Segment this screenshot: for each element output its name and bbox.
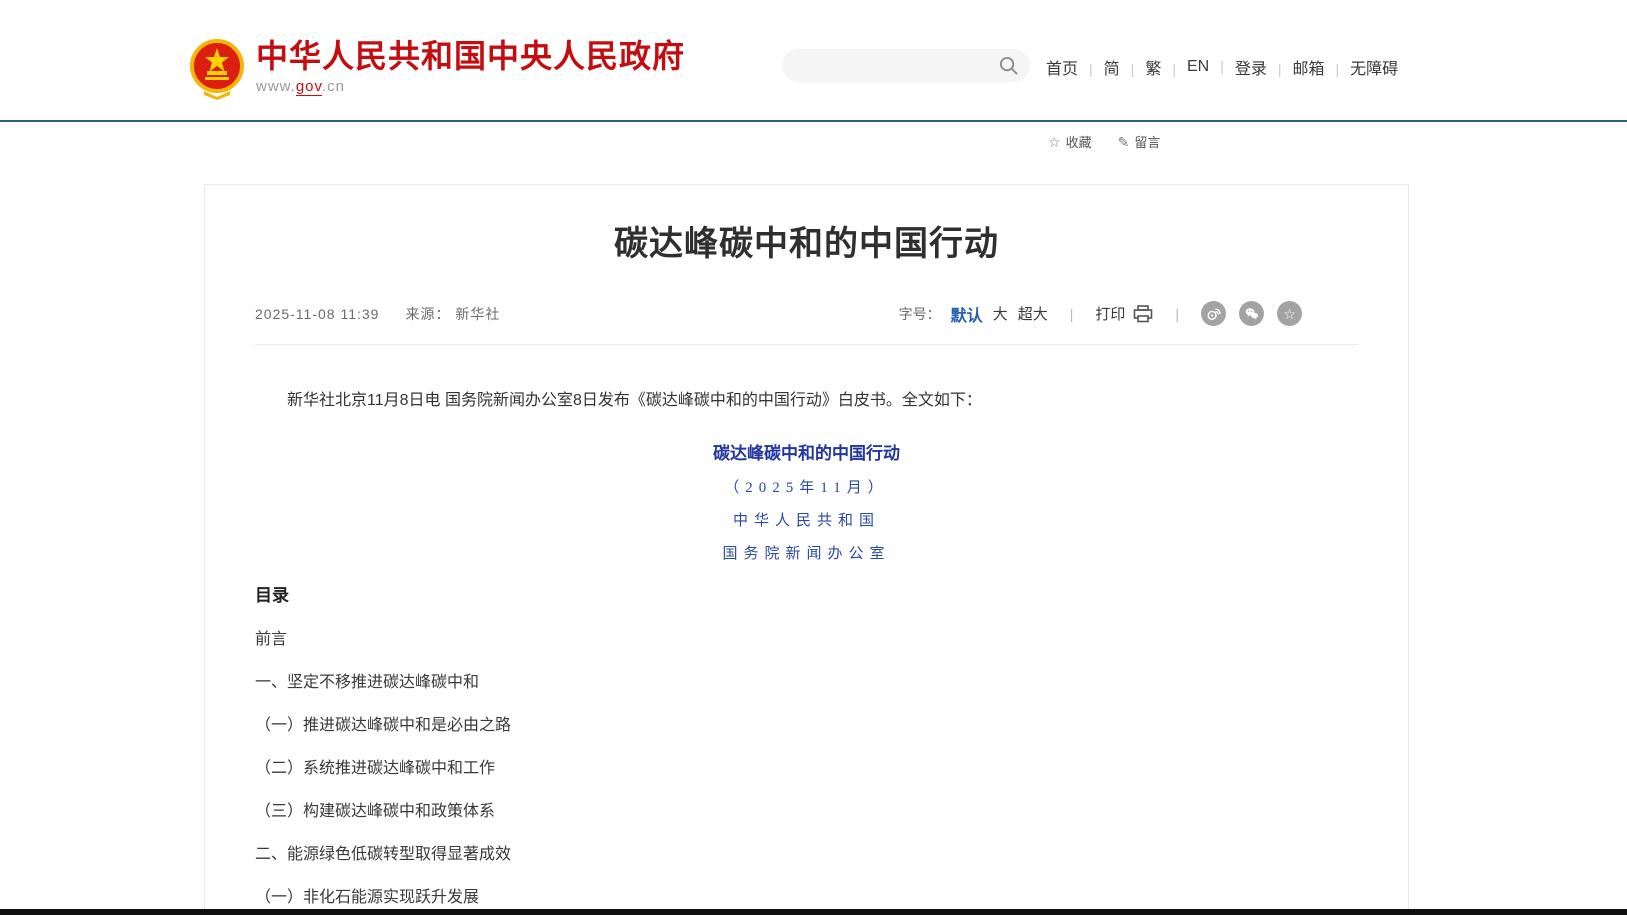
print-button[interactable]: 打印 [1095,303,1153,324]
star-circle-icon: ☆ [1283,307,1296,321]
font-size-xlarge[interactable]: 超大 [1018,303,1048,324]
source-label: 来源： [405,306,450,322]
source: 来源： 新华社 [405,304,500,324]
share-wechat-button[interactable] [1239,301,1264,326]
site-url-gov: gov [296,78,322,96]
wechat-icon [1244,306,1259,321]
comment-button[interactable]: ✎ 留言 [1118,132,1161,151]
print-label: 打印 [1095,303,1125,324]
share-more-button[interactable]: ☆ [1277,301,1302,326]
doc-author-line2: 国务院新闻办公室 [255,542,1358,563]
site-logo[interactable]: 中华人民共和国中央人民政府 www.gov.cn [190,38,685,100]
nav-login[interactable]: 登录 [1235,55,1293,79]
font-size-label: 字号： [899,304,941,324]
toc-item-1-1[interactable]: （一）推进碳达峰碳中和是必由之路 [255,716,1358,736]
nav-english[interactable]: EN [1187,58,1235,76]
toc-item-2-1[interactable]: （一）非化石能源实现跃升发展 [255,888,1358,908]
toc-heading: 目录 [255,585,1358,607]
site-brand: 中华人民共和国中央人民政府 www.gov.cn [256,38,685,95]
share-weibo-button[interactable] [1201,301,1226,326]
article: 碳达峰碳中和的中国行动 2025-11-08 11:39 来源： 新华社 字号：… [205,223,1408,908]
search-icon[interactable] [999,56,1018,75]
nav-traditional[interactable]: 繁 [1145,55,1187,79]
toc-item-1[interactable]: 一、坚定不移推进碳达峰碳中和 [255,673,1358,693]
font-size-large[interactable]: 大 [993,303,1008,324]
pencil-icon: ✎ [1118,135,1130,149]
article-intro: 新华社北京11月8日电 国务院新闻办公室8日发布《碳达峰碳中和的中国行动》白皮书… [255,389,1358,413]
share-icons: ☆ [1201,301,1302,326]
comment-label: 留言 [1134,132,1160,151]
nav-home[interactable]: 首页 [1046,55,1104,79]
national-emblem-icon [190,38,244,100]
nav-simplified[interactable]: 简 [1104,55,1146,79]
site-title: 中华人民共和国中央人民政府 [256,38,685,74]
nav-mail[interactable]: 邮箱 [1293,55,1351,79]
site-header: 中华人民共和国中央人民政府 www.gov.cn 首页 简 繁 EN 登录 邮箱… [0,0,1627,120]
doc-author-line1: 中华人民共和国 [255,509,1358,530]
font-size-default[interactable]: 默认 [951,302,983,326]
separator: | [1070,306,1074,322]
site-url[interactable]: www.gov.cn [256,78,685,95]
doc-title: 碳达峰碳中和的中国行动 [255,439,1358,464]
article-title: 碳达峰碳中和的中国行动 [255,223,1358,265]
toc-item-2[interactable]: 二、能源绿色低碳转型取得显著成效 [255,845,1358,865]
toc-item-1-2[interactable]: （二）系统推进碳达峰碳中和工作 [255,759,1358,779]
publish-date: 2025-11-08 11:39 [255,306,379,322]
article-card: 碳达峰碳中和的中国行动 2025-11-08 11:39 来源： 新华社 字号：… [204,184,1409,915]
article-meta-right: 字号： 默认 大 超大 | 打印 | [899,301,1302,326]
weibo-icon [1206,306,1221,321]
top-nav: 首页 简 繁 EN 登录 邮箱 无障碍 [1046,56,1398,78]
bottom-edge-bar [0,909,1627,915]
site-url-suffix: .cn [322,78,345,95]
source-value[interactable]: 新华社 [455,306,500,322]
toc-item-1-3[interactable]: （三）构建碳达峰碳中和政策体系 [255,802,1358,822]
search-input[interactable] [798,49,992,84]
header-divider [0,120,1627,122]
favorite-button[interactable]: ☆ 收藏 [1048,132,1092,151]
nav-accessibility[interactable]: 无障碍 [1350,55,1398,79]
search-box[interactable] [782,49,1030,82]
gov-cn-article-page: { "header": { "site_title": "中华人民共和国中央人民… [0,0,1627,915]
site-url-prefix: www. [256,78,296,95]
doc-date: （2025年11月） [255,476,1358,497]
star-icon: ☆ [1048,135,1061,149]
article-meta-left: 2025-11-08 11:39 来源： 新华社 [255,304,500,324]
separator: | [1175,306,1179,322]
toc-item-foreword[interactable]: 前言 [255,630,1358,650]
favorite-label: 收藏 [1066,132,1092,151]
printer-icon [1133,305,1153,323]
article-meta-row: 2025-11-08 11:39 来源： 新华社 字号： 默认 大 超大 | 打… [255,301,1358,345]
page-actions: ☆ 收藏 ✎ 留言 [1048,132,1160,151]
